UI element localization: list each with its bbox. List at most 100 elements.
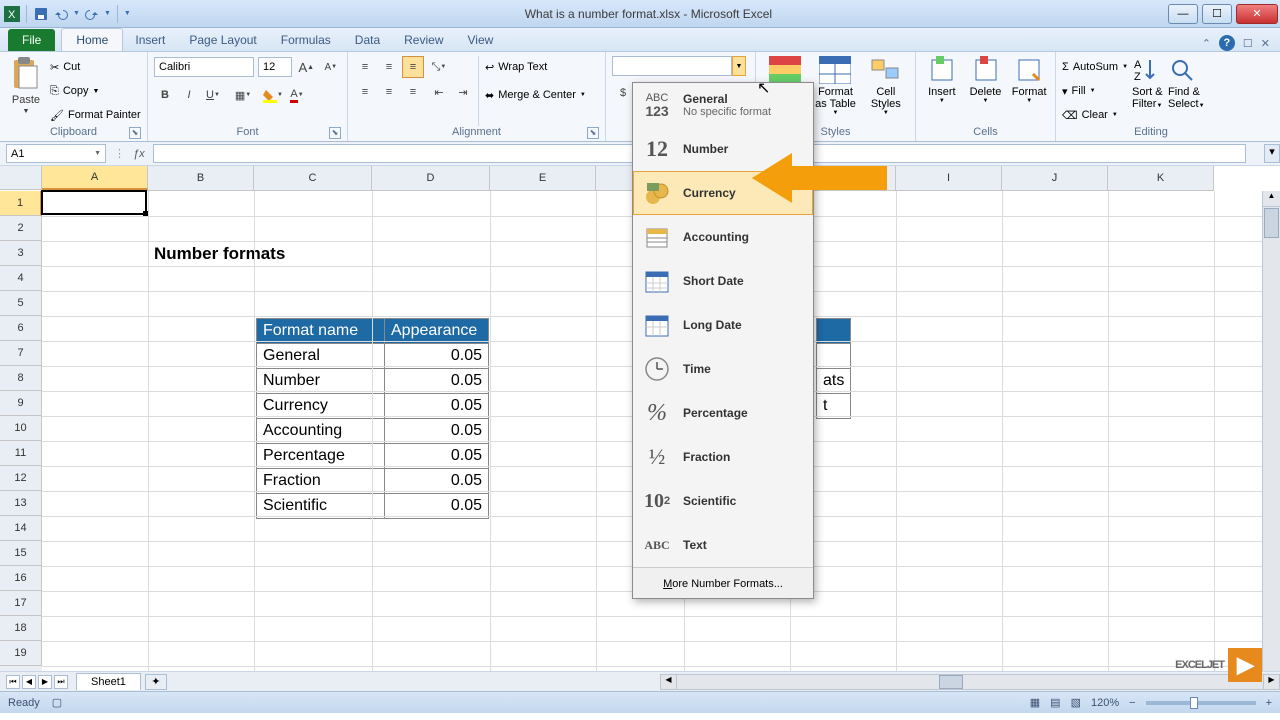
- select-all-corner[interactable]: [0, 166, 42, 190]
- tab-home[interactable]: Home: [61, 28, 123, 51]
- view-page-break-icon[interactable]: ▧: [1071, 696, 1081, 709]
- row-header-17[interactable]: 17: [0, 591, 42, 616]
- orientation-icon[interactable]: ⤡▼: [428, 56, 450, 78]
- close-button[interactable]: ✕: [1236, 4, 1278, 24]
- row-header-15[interactable]: 15: [0, 541, 42, 566]
- align-bottom-icon[interactable]: ≡: [402, 56, 424, 78]
- sheet-tab-sheet1[interactable]: Sheet1: [76, 673, 141, 690]
- expand-formula-bar[interactable]: ▾: [1264, 144, 1280, 163]
- align-left-icon[interactable]: ≡: [354, 81, 376, 103]
- accounting-format-icon[interactable]: $: [612, 82, 634, 104]
- dd-item-general[interactable]: ABC123 GeneralNo specific format: [633, 83, 813, 127]
- row-header-13[interactable]: 13: [0, 491, 42, 516]
- fx-icon[interactable]: ƒx: [133, 148, 145, 160]
- view-page-layout-icon[interactable]: ▤: [1050, 696, 1060, 709]
- wrap-text-button[interactable]: ↩Wrap Text: [485, 56, 586, 78]
- paste-button[interactable]: Paste ▼: [6, 56, 46, 126]
- name-box[interactable]: A1▼: [6, 144, 106, 163]
- dd-more-number-formats[interactable]: MMore Number Formats...ore Number Format…: [633, 567, 813, 598]
- alignment-dialog-launcher[interactable]: ⬊: [587, 127, 599, 139]
- autosum-button[interactable]: ΣAutoSum▼: [1062, 56, 1128, 78]
- macro-record-icon[interactable]: ▢: [52, 696, 62, 709]
- row-header-5[interactable]: 5: [0, 291, 42, 316]
- clipboard-dialog-launcher[interactable]: ⬊: [129, 127, 141, 139]
- new-sheet-button[interactable]: ✦: [145, 674, 167, 690]
- sort-filter-button[interactable]: AZSort & Filter▼: [1132, 56, 1164, 126]
- column-header-C[interactable]: C: [254, 166, 372, 190]
- last-sheet-button[interactable]: ⏭: [54, 675, 68, 689]
- row-header-14[interactable]: 14: [0, 516, 42, 541]
- dd-item-fraction[interactable]: ½ Fraction: [633, 435, 813, 479]
- maximize-button[interactable]: ☐: [1202, 4, 1232, 24]
- number-format-dropdown-button[interactable]: ▼: [732, 56, 746, 76]
- undo-icon[interactable]: [53, 6, 69, 22]
- clear-button[interactable]: ⌫Clear▼: [1062, 104, 1128, 126]
- view-normal-icon[interactable]: ▦: [1030, 696, 1040, 709]
- zoom-out-button[interactable]: −: [1129, 697, 1135, 709]
- prev-sheet-button[interactable]: ◀: [22, 675, 36, 689]
- dd-item-long-date[interactable]: Long Date: [633, 303, 813, 347]
- tab-data[interactable]: Data: [343, 29, 392, 51]
- tab-view[interactable]: View: [456, 29, 506, 51]
- column-header-K[interactable]: K: [1108, 166, 1214, 190]
- find-select-button[interactable]: Find & Select▼: [1168, 56, 1205, 126]
- row-header-1[interactable]: 1: [0, 191, 42, 216]
- row-header-16[interactable]: 16: [0, 566, 42, 591]
- help-icon[interactable]: ?: [1219, 35, 1235, 51]
- column-header-E[interactable]: E: [490, 166, 596, 190]
- increase-indent-icon[interactable]: ⇥: [452, 81, 474, 103]
- row-header-8[interactable]: 8: [0, 366, 42, 391]
- delete-cells-button[interactable]: Delete▼: [966, 56, 1006, 126]
- underline-button[interactable]: U▼: [202, 84, 224, 106]
- copy-button[interactable]: ⎘Copy▼: [50, 80, 141, 102]
- increase-font-icon[interactable]: A▲: [296, 56, 317, 78]
- dd-item-scientific[interactable]: 102 Scientific: [633, 479, 813, 523]
- tab-file[interactable]: File: [8, 29, 55, 51]
- bold-button[interactable]: B: [154, 84, 176, 106]
- row-header-18[interactable]: 18: [0, 616, 42, 641]
- tab-page-layout[interactable]: Page Layout: [177, 29, 268, 51]
- align-right-icon[interactable]: ≡: [402, 81, 424, 103]
- row-header-7[interactable]: 7: [0, 341, 42, 366]
- dd-item-percentage[interactable]: % Percentage: [633, 391, 813, 435]
- tab-insert[interactable]: Insert: [123, 29, 177, 51]
- row-header-3[interactable]: 3: [0, 241, 42, 266]
- decrease-font-icon[interactable]: A▼: [321, 56, 342, 78]
- row-header-4[interactable]: 4: [0, 266, 42, 291]
- column-header-I[interactable]: I: [896, 166, 1002, 190]
- zoom-in-button[interactable]: +: [1266, 697, 1272, 709]
- dd-item-accounting[interactable]: Accounting: [633, 215, 813, 259]
- zoom-level[interactable]: 120%: [1091, 697, 1119, 709]
- fill-button[interactable]: ▾Fill▼: [1062, 80, 1128, 102]
- vertical-scrollbar[interactable]: ▲: [1262, 191, 1280, 671]
- active-cell[interactable]: [41, 190, 147, 215]
- insert-cells-button[interactable]: Insert▼: [922, 56, 962, 126]
- merge-center-button[interactable]: ⬌Merge & Center▼: [485, 84, 586, 106]
- minimize-ribbon-icon[interactable]: ⌃: [1202, 37, 1211, 50]
- tab-formulas[interactable]: Formulas: [269, 29, 343, 51]
- column-header-D[interactable]: D: [372, 166, 490, 190]
- minimize-button[interactable]: —: [1168, 4, 1198, 24]
- next-sheet-button[interactable]: ▶: [38, 675, 52, 689]
- format-painter-button[interactable]: 🖌Format Painter: [50, 104, 141, 126]
- first-sheet-button[interactable]: ⏮: [6, 675, 20, 689]
- align-top-icon[interactable]: ≡: [354, 56, 376, 78]
- font-size-input[interactable]: [258, 57, 292, 77]
- cut-button[interactable]: ✂Cut: [50, 56, 141, 78]
- italic-button[interactable]: I: [178, 84, 200, 106]
- font-color-button[interactable]: A▼: [286, 84, 308, 106]
- dd-item-short-date[interactable]: Short Date: [633, 259, 813, 303]
- row-header-11[interactable]: 11: [0, 441, 42, 466]
- decrease-indent-icon[interactable]: ⇤: [428, 81, 450, 103]
- row-header-9[interactable]: 9: [0, 391, 42, 416]
- row-header-12[interactable]: 12: [0, 466, 42, 491]
- dd-item-time[interactable]: Time: [633, 347, 813, 391]
- save-icon[interactable]: [33, 6, 49, 22]
- column-header-B[interactable]: B: [148, 166, 254, 190]
- number-format-input[interactable]: [612, 56, 732, 76]
- window-restore-icon[interactable]: ☐: [1243, 37, 1253, 50]
- dd-item-text[interactable]: ABC Text: [633, 523, 813, 567]
- tab-review[interactable]: Review: [392, 29, 455, 51]
- row-header-6[interactable]: 6: [0, 316, 42, 341]
- cell-styles-button[interactable]: Cell Styles▼: [863, 56, 909, 126]
